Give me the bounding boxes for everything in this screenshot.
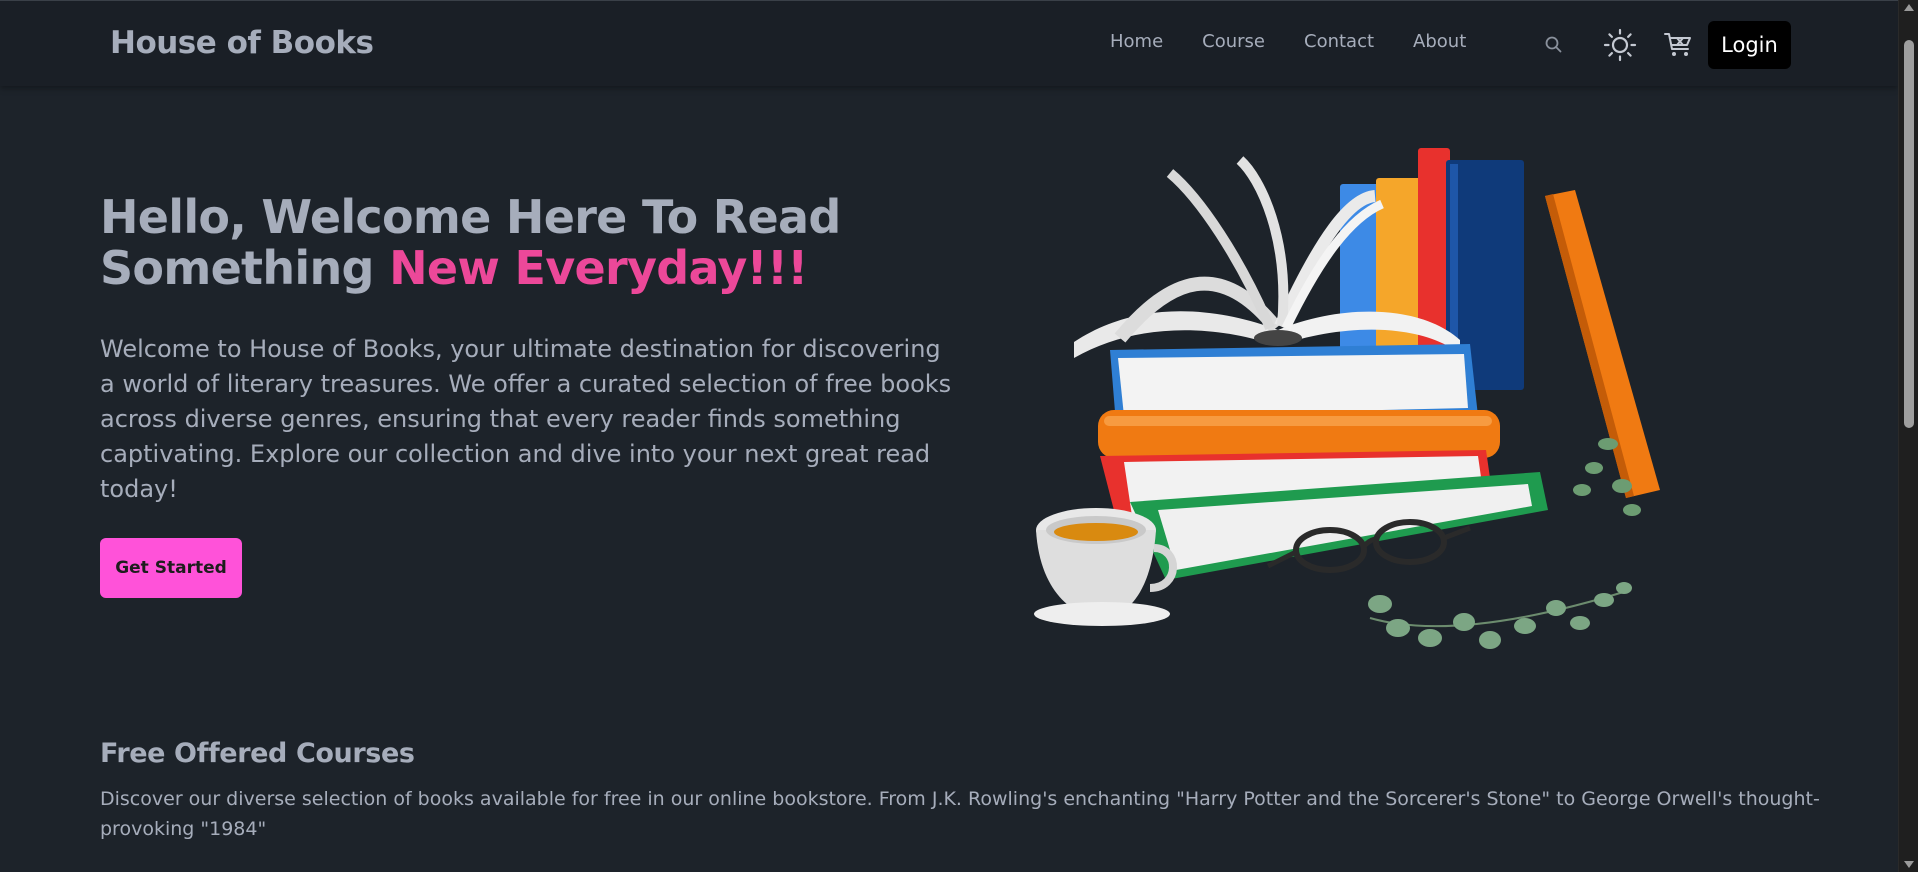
hero-description: Welcome to House of Books, your ultimate… — [100, 335, 952, 503]
nav-links: Home Course Contact About — [1110, 31, 1505, 52]
books-illustration — [1020, 118, 1670, 678]
scrollbar[interactable] — [1898, 0, 1918, 872]
courses-description: Discover our diverse selection of books … — [100, 788, 1820, 840]
hero-title-line2-plain: Something — [100, 241, 390, 295]
hero-title-accent: New Everyday!!! — [389, 241, 808, 295]
nav-link-course[interactable]: Course — [1202, 31, 1265, 52]
nav-link-about[interactable]: About — [1413, 31, 1466, 52]
scroll-thumb[interactable] — [1904, 40, 1914, 428]
hero-title: Hello, Welcome Here To Read Something New… — [100, 192, 940, 294]
search-icon[interactable] — [1542, 33, 1566, 57]
courses-title: Free Offered Courses — [100, 738, 415, 769]
nav-link-contact[interactable]: Contact — [1304, 31, 1374, 52]
sun-icon[interactable] — [1603, 28, 1637, 62]
login-button[interactable]: Login — [1708, 21, 1791, 69]
brand-logo-text[interactable]: House of Books — [110, 25, 374, 61]
scroll-down-arrow-icon[interactable] — [1904, 861, 1914, 868]
scroll-up-arrow-icon[interactable] — [1904, 4, 1914, 11]
navbar: House of Books Home Course Contact About — [0, 0, 1898, 86]
cart-icon[interactable] — [1662, 29, 1694, 61]
nav-link-home[interactable]: Home — [1110, 31, 1163, 52]
hero-title-line1: Hello, Welcome Here To Read — [100, 190, 841, 244]
get-started-button[interactable]: Get Started — [100, 538, 242, 598]
